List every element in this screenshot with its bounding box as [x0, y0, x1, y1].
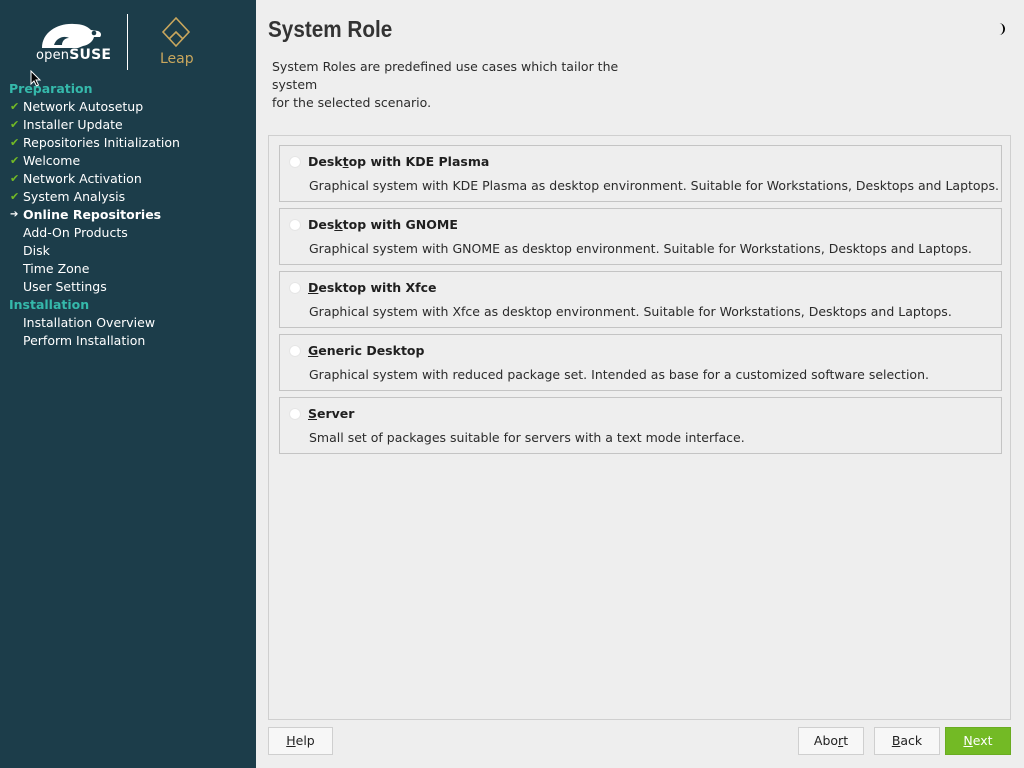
arrow-right-icon: ➔: [10, 209, 19, 220]
role-option-server[interactable]: Server Small set of packages suitable fo…: [279, 397, 1002, 454]
leap-diamond-icon: [161, 16, 191, 48]
opensuse-wordmark: openSUSE: [36, 47, 112, 63]
step-perform-installation: Perform Installation: [23, 333, 146, 348]
role-title: Desktop with Xfce: [308, 280, 437, 295]
step-repositories-initialization: ✔ Repositories Initialization: [10, 135, 180, 150]
role-title: Server: [308, 406, 355, 421]
role-title: Generic Desktop: [308, 343, 425, 358]
radio-button[interactable]: [289, 345, 301, 357]
step-installation-overview: Installation Overview: [23, 315, 156, 330]
abort-button[interactable]: Abort: [798, 727, 864, 755]
role-description: Graphical system with reduced package se…: [309, 367, 929, 382]
moon-icon[interactable]: [994, 22, 1008, 36]
step-installer-update: ✔ Installer Update: [10, 117, 123, 132]
check-icon: ✔: [10, 118, 20, 131]
step-user-settings: User Settings: [23, 279, 107, 294]
step-network-autosetup: ✔ Network Autosetup: [10, 99, 144, 114]
step-system-analysis: ✔ System Analysis: [10, 189, 126, 204]
role-option-xfce[interactable]: Desktop with Xfce Graphical system with …: [279, 271, 1002, 328]
next-button[interactable]: Next: [945, 727, 1011, 755]
role-description: Small set of packages suitable for serve…: [309, 430, 745, 445]
role-description: Graphical system with Xfce as desktop en…: [309, 304, 952, 319]
role-description: Graphical system with GNOME as desktop e…: [309, 241, 972, 256]
role-option-kde-plasma[interactable]: Desktop with KDE Plasma Graphical system…: [279, 145, 1002, 202]
check-icon: ✔: [10, 190, 20, 203]
page-title: System Role: [268, 16, 393, 42]
check-icon: ✔: [10, 154, 20, 167]
role-title: Desktop with GNOME: [308, 217, 458, 232]
check-icon: ✔: [10, 172, 20, 185]
step-online-repositories: ➔ Online Repositories: [10, 207, 162, 222]
logo-area: openSUSE Leap: [0, 0, 256, 80]
installer-sidebar: openSUSE Leap Preparation ✔ Network Autos…: [0, 0, 256, 768]
logo-divider: [127, 14, 128, 70]
radio-button[interactable]: [289, 156, 301, 168]
main-content: System Role System Roles are predefined …: [256, 0, 1024, 768]
system-roles-panel: Desktop with KDE Plasma Graphical system…: [268, 135, 1011, 720]
section-preparation: Preparation: [9, 81, 93, 96]
check-icon: ✔: [10, 136, 20, 149]
back-button[interactable]: Back: [874, 727, 940, 755]
check-icon: ✔: [10, 100, 20, 113]
installation-steps: Preparation ✔ Network Autosetup ✔ Installe…: [0, 80, 256, 350]
role-option-generic-desktop[interactable]: Generic Desktop Graphical system with re…: [279, 334, 1002, 391]
radio-button[interactable]: [289, 219, 301, 231]
radio-button[interactable]: [289, 408, 301, 420]
description-line: for the selected scenario.: [272, 95, 432, 110]
role-description: Graphical system with KDE Plasma as desk…: [309, 178, 999, 193]
step-welcome: ✔ Welcome: [10, 153, 81, 168]
role-option-gnome[interactable]: Desktop with GNOME Graphical system with…: [279, 208, 1002, 265]
step-time-zone: Time Zone: [23, 261, 90, 276]
step-network-activation: ✔ Network Activation: [10, 171, 142, 186]
section-installation: Installation: [9, 297, 90, 312]
page-description: System Roles are predefined use cases wh…: [272, 58, 652, 112]
step-disk: Disk: [23, 243, 50, 258]
help-button[interactable]: Help: [268, 727, 333, 755]
step-add-on-products: Add-On Products: [23, 225, 128, 240]
description-line: System Roles are predefined use cases wh…: [272, 59, 619, 92]
radio-button[interactable]: [289, 282, 301, 294]
leap-wordmark: Leap: [160, 51, 194, 67]
role-title: Desktop with KDE Plasma: [308, 154, 490, 169]
